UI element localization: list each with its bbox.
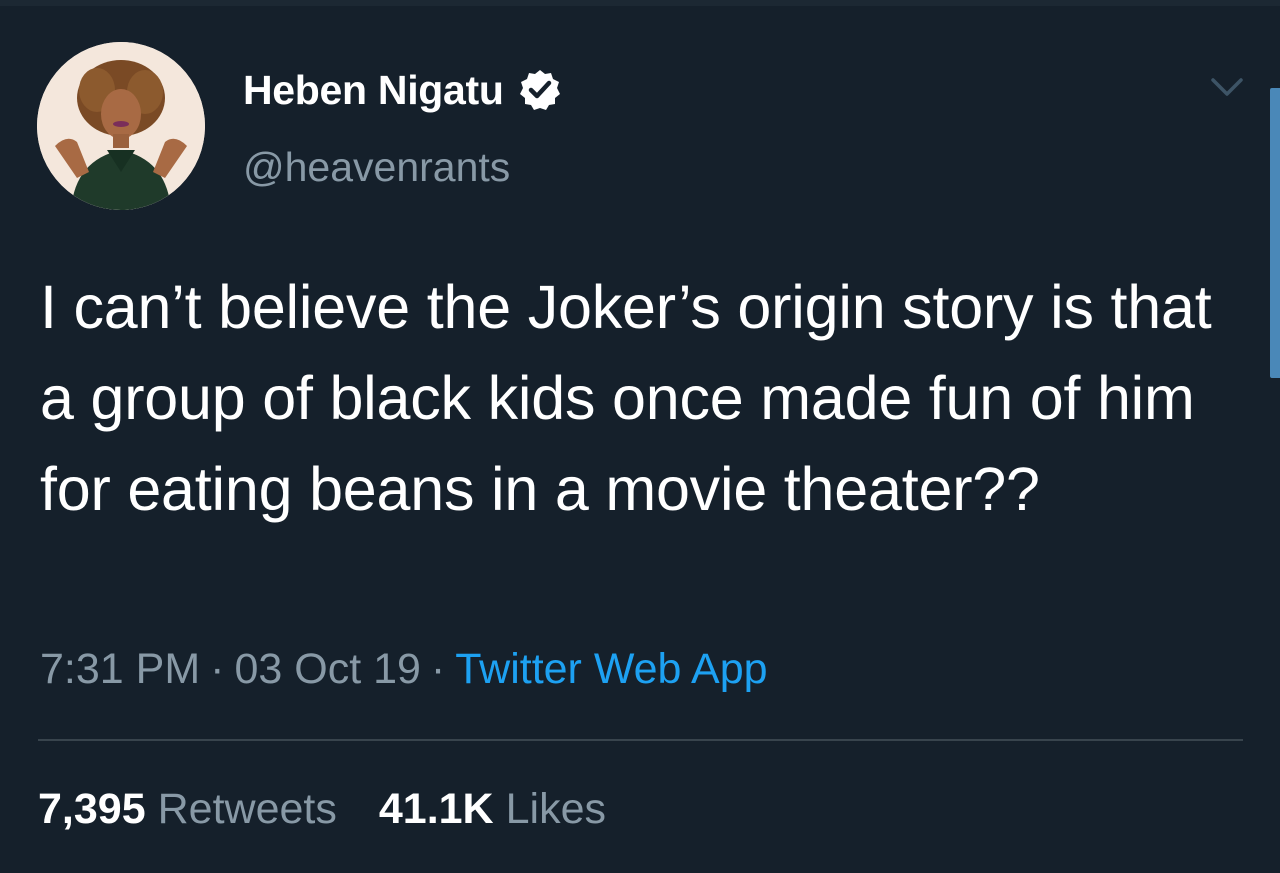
tweet-date[interactable]: 03 Oct 19 bbox=[234, 645, 420, 693]
likes-stat[interactable]: 41.1K Likes bbox=[379, 785, 606, 833]
avatar-image bbox=[37, 42, 205, 210]
tweet-text: I can’t believe the Joker’s origin story… bbox=[40, 273, 1212, 523]
tweet-source-link[interactable]: Twitter Web App bbox=[455, 645, 767, 693]
avatar[interactable] bbox=[37, 42, 205, 210]
meta-separator: · bbox=[210, 645, 225, 693]
meta-separator: · bbox=[430, 645, 446, 693]
retweets-count: 7,395 bbox=[38, 785, 146, 833]
display-name-row: Heben Nigatu bbox=[243, 64, 562, 116]
display-name[interactable]: Heben Nigatu bbox=[243, 67, 504, 114]
retweets-label: Retweets bbox=[157, 785, 337, 833]
retweets-stat[interactable]: 7,395 Retweets bbox=[38, 785, 337, 833]
chevron-down-icon[interactable] bbox=[1210, 76, 1244, 100]
likes-label: Likes bbox=[505, 785, 606, 833]
tweet-meta: 7:31 PM · 03 Oct 19 · Twitter Web App bbox=[40, 645, 768, 694]
verified-badge-icon bbox=[518, 68, 562, 112]
tweet-stats: 7,395 Retweets 41.1K Likes bbox=[38, 785, 606, 834]
divider bbox=[38, 739, 1243, 741]
likes-count: 41.1K bbox=[378, 785, 494, 833]
tweet-detail: Heben Nigatu @heavenrants I can’t believ… bbox=[0, 0, 1280, 873]
tweet-time[interactable]: 7:31 PM bbox=[40, 645, 200, 693]
user-handle[interactable]: @heavenrants bbox=[243, 144, 510, 191]
